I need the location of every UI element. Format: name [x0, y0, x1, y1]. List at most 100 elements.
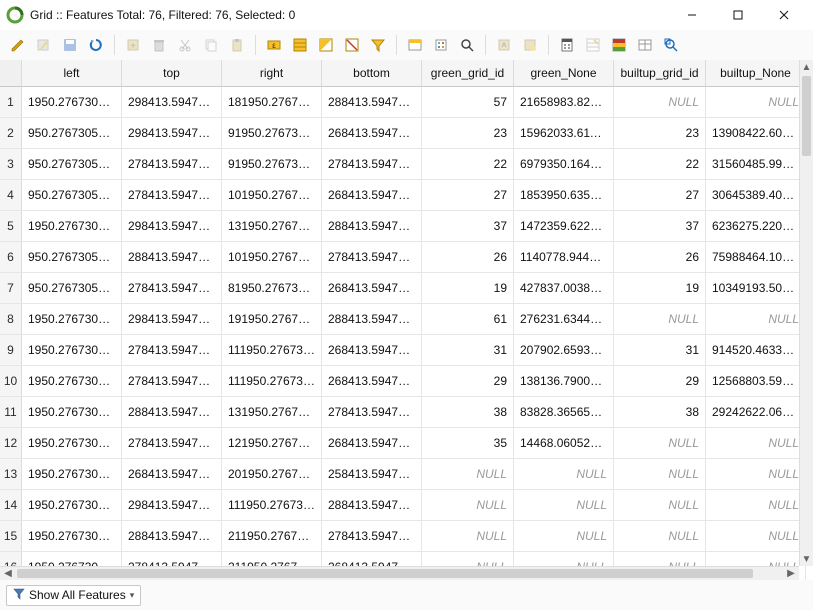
select-by-value-button[interactable]: [403, 33, 427, 57]
cell-right[interactable]: 111950.2767305…: [222, 366, 322, 397]
cell-bottom[interactable]: 268413.5947953…: [322, 273, 422, 304]
cell-builtup_grid_id[interactable]: NULL: [614, 521, 706, 552]
cell-builtup_None[interactable]: NULL: [706, 304, 806, 335]
horizontal-scroll-thumb[interactable]: [17, 569, 753, 578]
close-button[interactable]: [761, 0, 807, 30]
edit-pencil-button[interactable]: [6, 33, 30, 57]
cell-green_grid_id[interactable]: 29: [422, 366, 514, 397]
row-number[interactable]: 1: [0, 87, 22, 118]
cell-right[interactable]: 181950.2767305…: [222, 87, 322, 118]
cell-builtup_None[interactable]: 75988464.10649…: [706, 242, 806, 273]
cell-left[interactable]: 950.27673051…: [22, 180, 122, 211]
cell-top[interactable]: 288413.5947953…: [122, 397, 222, 428]
cell-top[interactable]: 298413.5947953…: [122, 490, 222, 521]
row-number[interactable]: 5: [0, 211, 22, 242]
cell-green_None[interactable]: 14468.06052163…: [514, 428, 614, 459]
field-calc-button[interactable]: [555, 33, 579, 57]
cell-bottom[interactable]: 278413.5947953…: [322, 242, 422, 273]
cell-bottom[interactable]: 278413.5947953…: [322, 521, 422, 552]
cell-right[interactable]: 101950.2767305…: [222, 242, 322, 273]
cell-builtup_grid_id[interactable]: NULL: [614, 304, 706, 335]
column-header-bottom[interactable]: bottom: [322, 60, 422, 87]
cell-green_grid_id[interactable]: 35: [422, 428, 514, 459]
minimize-button[interactable]: [669, 0, 715, 30]
deselect-all-button[interactable]: [340, 33, 364, 57]
cell-builtup_None[interactable]: NULL: [706, 87, 806, 118]
cell-green_None[interactable]: 6979350.164590…: [514, 149, 614, 180]
cell-green_None[interactable]: 1472359.622126…: [514, 211, 614, 242]
cell-green_None[interactable]: NULL: [514, 459, 614, 490]
cell-bottom[interactable]: 268413.5947953…: [322, 366, 422, 397]
filter-selection-button[interactable]: [366, 33, 390, 57]
filter-form-button[interactable]: [429, 33, 453, 57]
cell-bottom[interactable]: 268413.5947953…: [322, 335, 422, 366]
scroll-down-arrow-icon[interactable]: ▼: [800, 552, 813, 566]
row-number[interactable]: 7: [0, 273, 22, 304]
cell-top[interactable]: 288413.5947953…: [122, 521, 222, 552]
cell-green_grid_id[interactable]: 19: [422, 273, 514, 304]
cell-right[interactable]: 81950.27673051…: [222, 273, 322, 304]
cell-green_grid_id[interactable]: 61: [422, 304, 514, 335]
cell-builtup_grid_id[interactable]: 22: [614, 149, 706, 180]
cell-bottom[interactable]: 288413.5947953…: [322, 304, 422, 335]
cell-top[interactable]: 298413.5947953…: [122, 211, 222, 242]
cell-bottom[interactable]: 268413.5947953…: [322, 118, 422, 149]
row-number[interactable]: 11: [0, 397, 22, 428]
cell-right[interactable]: 111950.2767305…: [222, 335, 322, 366]
cell-left[interactable]: 1950.2767305…: [22, 366, 122, 397]
cell-green_grid_id[interactable]: 57: [422, 87, 514, 118]
cell-green_None[interactable]: 276231.6344655…: [514, 304, 614, 335]
cell-builtup_None[interactable]: 12568803.59911…: [706, 366, 806, 397]
select-all-button[interactable]: [288, 33, 312, 57]
cell-left[interactable]: 1950.2767305…: [22, 428, 122, 459]
row-number[interactable]: 10: [0, 366, 22, 397]
cell-builtup_None[interactable]: 10349193.50658…: [706, 273, 806, 304]
row-number[interactable]: 4: [0, 180, 22, 211]
invert-selection-button[interactable]: [314, 33, 338, 57]
cell-top[interactable]: 278413.5947953…: [122, 366, 222, 397]
cell-top[interactable]: 288413.5947953…: [122, 242, 222, 273]
cell-green_None[interactable]: NULL: [514, 490, 614, 521]
cell-top[interactable]: 268413.5947953…: [122, 459, 222, 490]
cell-left[interactable]: 1950.2767305…: [22, 211, 122, 242]
cell-bottom[interactable]: 288413.5947953…: [322, 87, 422, 118]
cell-green_grid_id[interactable]: 27: [422, 180, 514, 211]
column-header-left[interactable]: left: [22, 60, 122, 87]
cell-builtup_grid_id[interactable]: 26: [614, 242, 706, 273]
cell-green_grid_id[interactable]: 31: [422, 335, 514, 366]
cell-top[interactable]: 278413.5947953…: [122, 428, 222, 459]
maximize-button[interactable]: [715, 0, 761, 30]
cell-left[interactable]: 1950.2767305…: [22, 397, 122, 428]
vertical-scroll-thumb[interactable]: [802, 76, 811, 156]
horizontal-scroll-track[interactable]: [16, 567, 783, 580]
row-number[interactable]: 14: [0, 490, 22, 521]
cell-builtup_grid_id[interactable]: 31: [614, 335, 706, 366]
scroll-right-arrow-icon[interactable]: ▶: [783, 567, 799, 580]
cell-top[interactable]: 278413.5947953…: [122, 149, 222, 180]
cell-right[interactable]: 91950.27673051…: [222, 118, 322, 149]
cell-top[interactable]: 278413.5947953…: [122, 273, 222, 304]
cell-left[interactable]: 1950.2767305…: [22, 304, 122, 335]
cell-bottom[interactable]: 288413.5947953…: [322, 211, 422, 242]
cell-builtup_None[interactable]: 13908422.60704…: [706, 118, 806, 149]
cell-green_grid_id[interactable]: 38: [422, 397, 514, 428]
row-number[interactable]: 9: [0, 335, 22, 366]
cell-left[interactable]: 1950.2767305…: [22, 490, 122, 521]
cell-right[interactable]: 101950.2767305…: [222, 180, 322, 211]
cell-right[interactable]: 121950.2767305…: [222, 428, 322, 459]
row-number[interactable]: 15: [0, 521, 22, 552]
cell-left[interactable]: 950.27673051…: [22, 149, 122, 180]
cell-green_grid_id[interactable]: NULL: [422, 521, 514, 552]
zoom-to-selected-button[interactable]: [455, 33, 479, 57]
cell-right[interactable]: 211950.2767305…: [222, 521, 322, 552]
cell-left[interactable]: 1950.2767305…: [22, 87, 122, 118]
cell-builtup_grid_id[interactable]: NULL: [614, 428, 706, 459]
cell-bottom[interactable]: 258413.5947953…: [322, 459, 422, 490]
cell-builtup_grid_id[interactable]: NULL: [614, 490, 706, 521]
actions-button[interactable]: [633, 33, 657, 57]
cell-top[interactable]: 298413.5947953…: [122, 118, 222, 149]
cell-builtup_grid_id[interactable]: 38: [614, 397, 706, 428]
row-number[interactable]: 6: [0, 242, 22, 273]
cell-top[interactable]: 278413.5947953…: [122, 180, 222, 211]
cell-left[interactable]: 1950.2767305…: [22, 459, 122, 490]
